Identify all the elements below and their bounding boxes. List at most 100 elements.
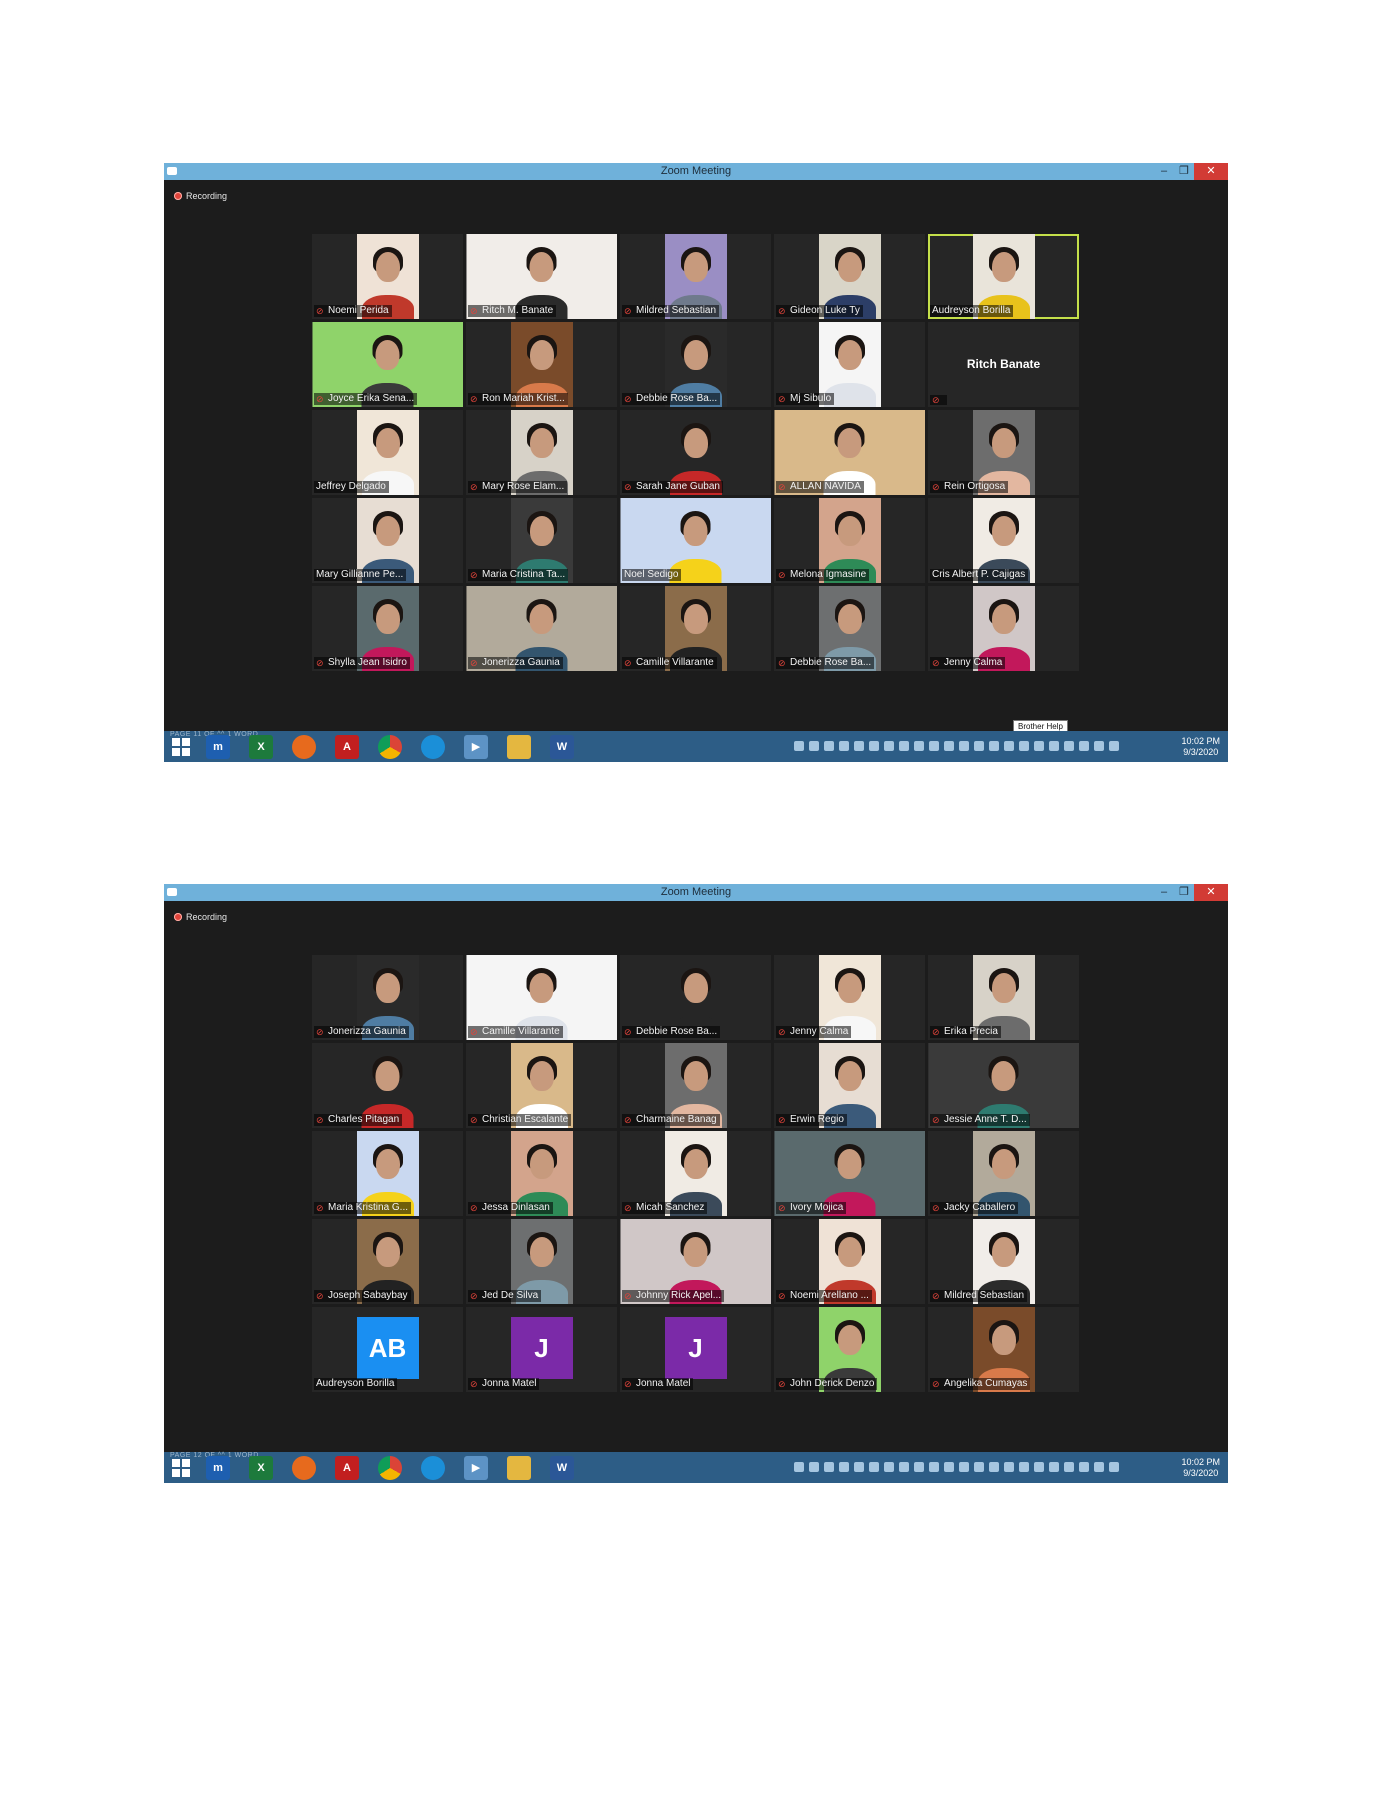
close-button[interactable]: ✕ bbox=[1194, 884, 1228, 901]
participant-tile[interactable]: ⊘ Erwin Regio bbox=[774, 1043, 925, 1128]
participant-tile[interactable]: ⊘ Erika Precia bbox=[928, 955, 1079, 1040]
participant-tile[interactable]: ⊘ Rein Ortigosa bbox=[928, 410, 1079, 495]
windows-start-icon[interactable] bbox=[172, 738, 190, 756]
tray-icon[interactable] bbox=[854, 1462, 864, 1472]
participant-tile[interactable]: ⊘ Gideon Luke Ty bbox=[774, 234, 925, 319]
tray-icon[interactable] bbox=[944, 741, 954, 751]
tray-icon[interactable] bbox=[794, 741, 804, 751]
tray-icon[interactable] bbox=[929, 741, 939, 751]
zoom-taskbar-icon[interactable]: ▶ bbox=[464, 735, 488, 759]
participant-tile[interactable]: ⊘ Sarah Jane Guban bbox=[620, 410, 771, 495]
tray-icon[interactable] bbox=[899, 1462, 909, 1472]
tray-icon[interactable] bbox=[1094, 1462, 1104, 1472]
participant-tile[interactable]: Noel Sedigo bbox=[620, 498, 771, 583]
tray-icon[interactable] bbox=[929, 1462, 939, 1472]
chrome-icon[interactable] bbox=[378, 735, 402, 759]
tray-icon[interactable] bbox=[839, 1462, 849, 1472]
participant-tile[interactable]: ⊘ Melona Igmasine bbox=[774, 498, 925, 583]
maxthon-icon[interactable]: m bbox=[206, 735, 230, 759]
recording-indicator[interactable]: Recording bbox=[174, 912, 227, 922]
tray-icon[interactable] bbox=[914, 741, 924, 751]
participant-tile[interactable]: ⊘ Jenny Calma bbox=[774, 955, 925, 1040]
recording-indicator[interactable]: Recording bbox=[174, 191, 227, 201]
tray-icon[interactable] bbox=[974, 741, 984, 751]
participant-tile[interactable]: ⊘ Camille Villarante bbox=[620, 586, 771, 671]
participant-tile[interactable]: ⊘ Maria Kristina G... bbox=[312, 1131, 463, 1216]
edge-icon[interactable] bbox=[421, 735, 445, 759]
participant-tile[interactable]: ⊘ Charles Pitagan bbox=[312, 1043, 463, 1128]
participant-tile[interactable]: ⊘ Ron Mariah Krist... bbox=[466, 322, 617, 407]
tray-icon[interactable] bbox=[944, 1462, 954, 1472]
tray-icon[interactable] bbox=[899, 741, 909, 751]
participant-tile[interactable]: ⊘ Jessa Dinlasan bbox=[466, 1131, 617, 1216]
tray-icon[interactable] bbox=[809, 741, 819, 751]
tray-icon[interactable] bbox=[1109, 1462, 1119, 1472]
participant-tile[interactable]: ⊘ Mildred Sebastian bbox=[928, 1219, 1079, 1304]
tray-icon[interactable] bbox=[959, 1462, 969, 1472]
tray-icon[interactable] bbox=[839, 741, 849, 751]
participant-tile[interactable]: ⊘ Jenny Calma bbox=[928, 586, 1079, 671]
tray-icon[interactable] bbox=[1064, 741, 1074, 751]
participant-tile[interactable]: ⊘ Mary Rose Elam... bbox=[466, 410, 617, 495]
participant-tile[interactable]: J ⊘ Jonna Matel bbox=[620, 1307, 771, 1392]
edge-icon[interactable] bbox=[421, 1456, 445, 1480]
tray-icon[interactable] bbox=[824, 741, 834, 751]
participant-tile[interactable]: ⊘ Debbie Rose Ba... bbox=[620, 955, 771, 1040]
participant-tile[interactable]: J ⊘ Jonna Matel bbox=[466, 1307, 617, 1392]
tray-icon[interactable] bbox=[884, 741, 894, 751]
tray-icon[interactable] bbox=[824, 1462, 834, 1472]
participant-tile[interactable]: ⊘ Jed De Silva bbox=[466, 1219, 617, 1304]
firefox-icon[interactable] bbox=[292, 735, 316, 759]
tray-icon[interactable] bbox=[914, 1462, 924, 1472]
acrobat-icon[interactable]: A bbox=[335, 735, 359, 759]
zoom-taskbar-icon[interactable]: ▶ bbox=[464, 1456, 488, 1480]
participant-tile[interactable]: ⊘ Camille Villarante bbox=[466, 955, 617, 1040]
participant-tile[interactable]: ⊘ Jessie Anne T. D... bbox=[928, 1043, 1079, 1128]
taskbar-clock[interactable]: 10:02 PM 9/3/2020 bbox=[1181, 1457, 1220, 1479]
tray-icon[interactable] bbox=[884, 1462, 894, 1472]
participant-tile[interactable]: ⊘ Maria Cristina Ta... bbox=[466, 498, 617, 583]
tray-icon[interactable] bbox=[1109, 741, 1119, 751]
tray-icon[interactable] bbox=[1019, 741, 1029, 751]
participant-tile[interactable]: ⊘ Joseph Sabaybay bbox=[312, 1219, 463, 1304]
restore-button[interactable]: ❐ bbox=[1174, 163, 1194, 180]
tray-icon[interactable] bbox=[1079, 1462, 1089, 1472]
minimize-button[interactable]: – bbox=[1154, 884, 1174, 901]
participant-tile[interactable]: ⊘ Charmaine Banag bbox=[620, 1043, 771, 1128]
participant-tile[interactable]: ⊘ Shylla Jean Isidro bbox=[312, 586, 463, 671]
participant-tile[interactable]: ⊘ Mildred Sebastian bbox=[620, 234, 771, 319]
restore-button[interactable]: ❐ bbox=[1174, 884, 1194, 901]
participant-tile[interactable]: ⊘ Ivory Mojica bbox=[774, 1131, 925, 1216]
tray-icon[interactable] bbox=[989, 1462, 999, 1472]
participant-tile[interactable]: Audreyson Borilla bbox=[928, 234, 1079, 319]
tray-icon[interactable] bbox=[974, 1462, 984, 1472]
participant-tile[interactable]: ⊘ Debbie Rose Ba... bbox=[774, 586, 925, 671]
tray-icon[interactable] bbox=[1079, 741, 1089, 751]
tray-icon[interactable] bbox=[869, 741, 879, 751]
excel-icon[interactable]: X bbox=[249, 735, 273, 759]
close-button[interactable]: ✕ bbox=[1194, 163, 1228, 180]
word-icon[interactable]: W bbox=[550, 735, 574, 759]
participant-tile[interactable]: ⊘ Jonerizza Gaunia bbox=[312, 955, 463, 1040]
participant-tile[interactable]: ⊘ Mj Sibulo bbox=[774, 322, 925, 407]
windows-start-icon[interactable] bbox=[172, 1459, 190, 1477]
participant-tile[interactable]: ⊘ Noemi Arellano ... bbox=[774, 1219, 925, 1304]
participant-tile[interactable]: ⊘ John Derick Denzo bbox=[774, 1307, 925, 1392]
participant-tile[interactable]: Ritch Banate ⊘ bbox=[928, 322, 1079, 407]
participant-tile[interactable]: Mary Gillianne Pe... bbox=[312, 498, 463, 583]
file-explorer-icon[interactable] bbox=[507, 1456, 531, 1480]
participant-tile[interactable]: ⊘ Jonerizza Gaunia bbox=[466, 586, 617, 671]
file-explorer-icon[interactable] bbox=[507, 735, 531, 759]
participant-tile[interactable]: ⊘ Micah Sanchez bbox=[620, 1131, 771, 1216]
participant-tile[interactable]: ⊘ Ritch M. Banate bbox=[466, 234, 617, 319]
participant-tile[interactable]: ⊘ Joyce Erika Sena... bbox=[312, 322, 463, 407]
participant-tile[interactable]: ⊘ Christian Escalante bbox=[466, 1043, 617, 1128]
tray-icon[interactable] bbox=[1094, 741, 1104, 751]
participant-tile[interactable]: Jeffrey Delgado bbox=[312, 410, 463, 495]
tray-icon[interactable] bbox=[869, 1462, 879, 1472]
maxthon-icon[interactable]: m bbox=[206, 1456, 230, 1480]
firefox-icon[interactable] bbox=[292, 1456, 316, 1480]
tray-icon[interactable] bbox=[1004, 1462, 1014, 1472]
tray-icon[interactable] bbox=[1064, 1462, 1074, 1472]
tray-icon[interactable] bbox=[1049, 741, 1059, 751]
